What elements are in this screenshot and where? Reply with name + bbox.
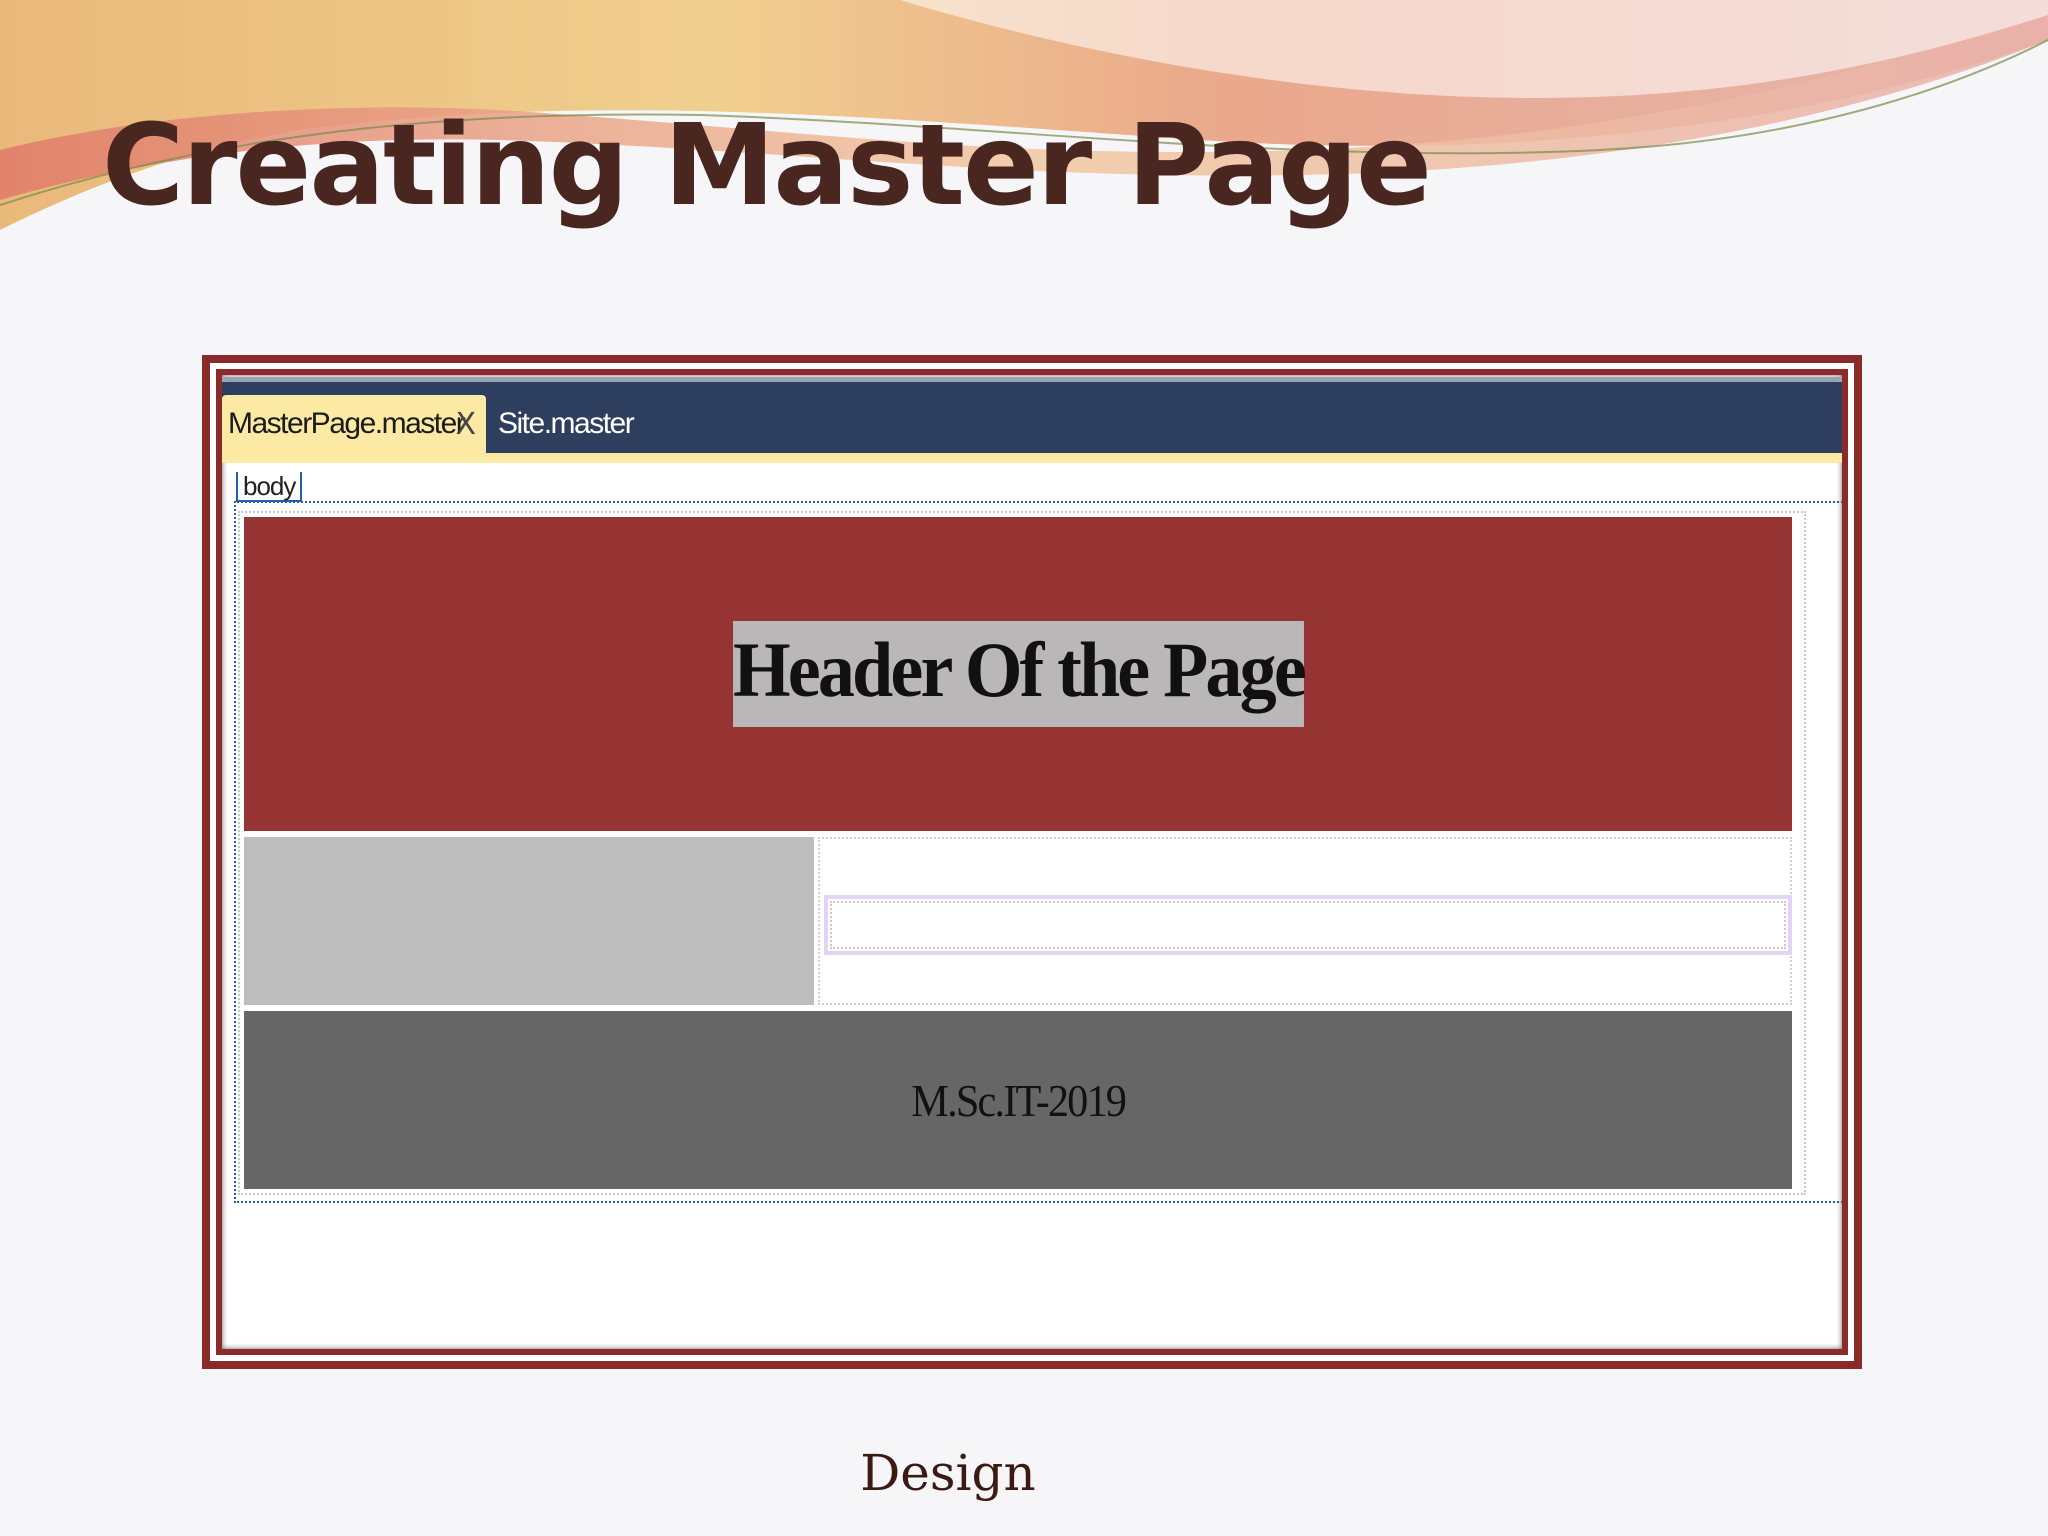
tab-site-master[interactable]: Site.master xyxy=(492,395,642,453)
slide-title: Creating Master Page xyxy=(102,101,1432,231)
sidebar-section[interactable] xyxy=(244,837,814,1005)
tab-label: MasterPage.master xyxy=(228,407,466,440)
content-placeholder[interactable] xyxy=(824,895,1792,955)
document-tab-bar: MasterPage.master X Site.master xyxy=(222,377,1842,463)
slide-caption: Design xyxy=(860,1444,1036,1502)
screenshot-frame: MasterPage.master X Site.master body Hea… xyxy=(202,355,1862,1369)
header-section[interactable]: Header Of the Page xyxy=(244,517,1792,831)
footer-section[interactable]: M.Sc.IT-2019 xyxy=(244,1011,1792,1189)
header-heading: Header Of the Page xyxy=(732,621,1306,727)
body-tag-label[interactable]: body xyxy=(236,472,303,502)
close-icon[interactable]: X xyxy=(455,407,476,442)
tab-label: Site.master xyxy=(498,407,635,440)
tab-bar-accent xyxy=(222,453,1842,463)
footer-text: M.Sc.IT-2019 xyxy=(911,1074,1127,1126)
editor-screenshot: MasterPage.master X Site.master body Hea… xyxy=(222,375,1842,1349)
tab-masterpage-master[interactable]: MasterPage.master X xyxy=(222,395,486,453)
